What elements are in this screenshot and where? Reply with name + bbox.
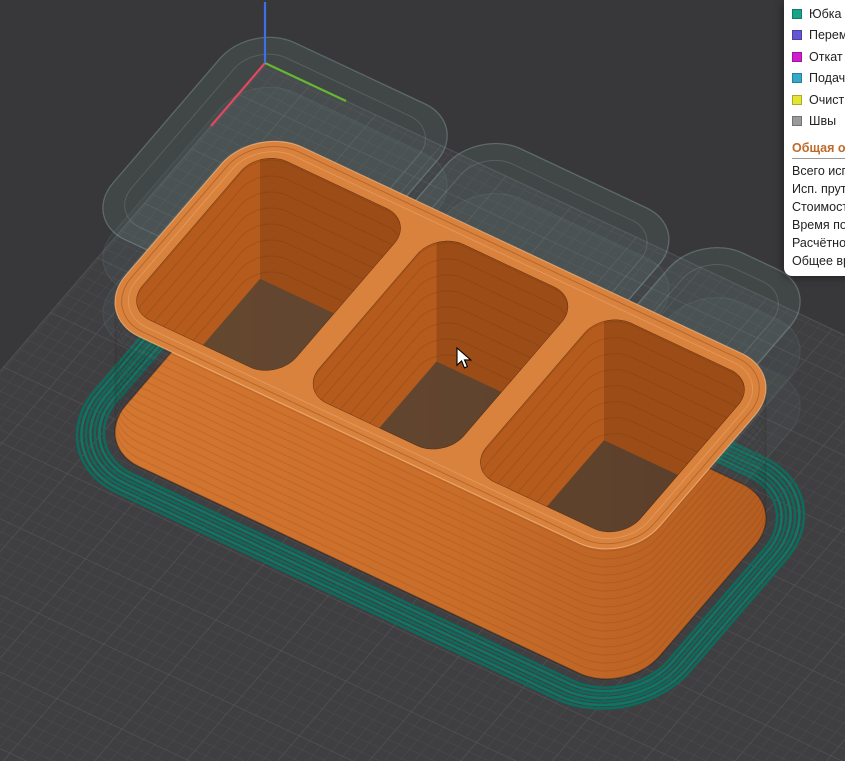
legend-item-label: Юбка: [809, 7, 841, 21]
summary-stat: Расчётно: [792, 234, 845, 252]
legend-item-label: Откат: [809, 50, 843, 64]
slicer-3d-viewport[interactable]: Юбка Перем Откат Подач Очистк Швы Общая о Все…: [0, 0, 845, 761]
legend-color-swatch: [792, 30, 802, 40]
summary-stat: Время по: [792, 216, 845, 234]
summary-stat: Исп. прут: [792, 180, 845, 198]
legend-color-swatch: [792, 9, 802, 19]
legend-item: Юбка: [792, 3, 845, 25]
summary-stat: Общее вр: [792, 252, 845, 270]
legend-item: Подач: [792, 68, 845, 90]
legend-item: Перем: [792, 25, 845, 47]
legend-feature-list: Юбка Перем Откат Подач Очистк Швы: [792, 3, 845, 132]
legend-item-label: Перем: [809, 28, 845, 42]
legend-color-swatch: [792, 73, 802, 83]
legend-item: Очистк: [792, 89, 845, 111]
legend-color-swatch: [792, 52, 802, 62]
summary-stat: Стоимост: [792, 198, 845, 216]
legend-color-swatch: [792, 116, 802, 126]
summary-stat: Всего исп: [792, 162, 845, 180]
legend-item-label: Подач: [809, 71, 845, 85]
legend-item: Швы: [792, 111, 845, 133]
legend-panel: Юбка Перем Откат Подач Очистк Швы Общая о Все…: [784, 0, 845, 276]
legend-item-label: Очистк: [809, 93, 845, 107]
gcode-preview-canvas[interactable]: [0, 0, 845, 761]
legend-color-swatch: [792, 95, 802, 105]
legend-item-label: Швы: [809, 114, 836, 128]
summary-title: Общая о: [792, 141, 845, 159]
summary-stat-list: Всего испИсп. прутСтоимостВремя поРасчёт…: [792, 162, 845, 270]
legend-item: Откат: [792, 46, 845, 68]
